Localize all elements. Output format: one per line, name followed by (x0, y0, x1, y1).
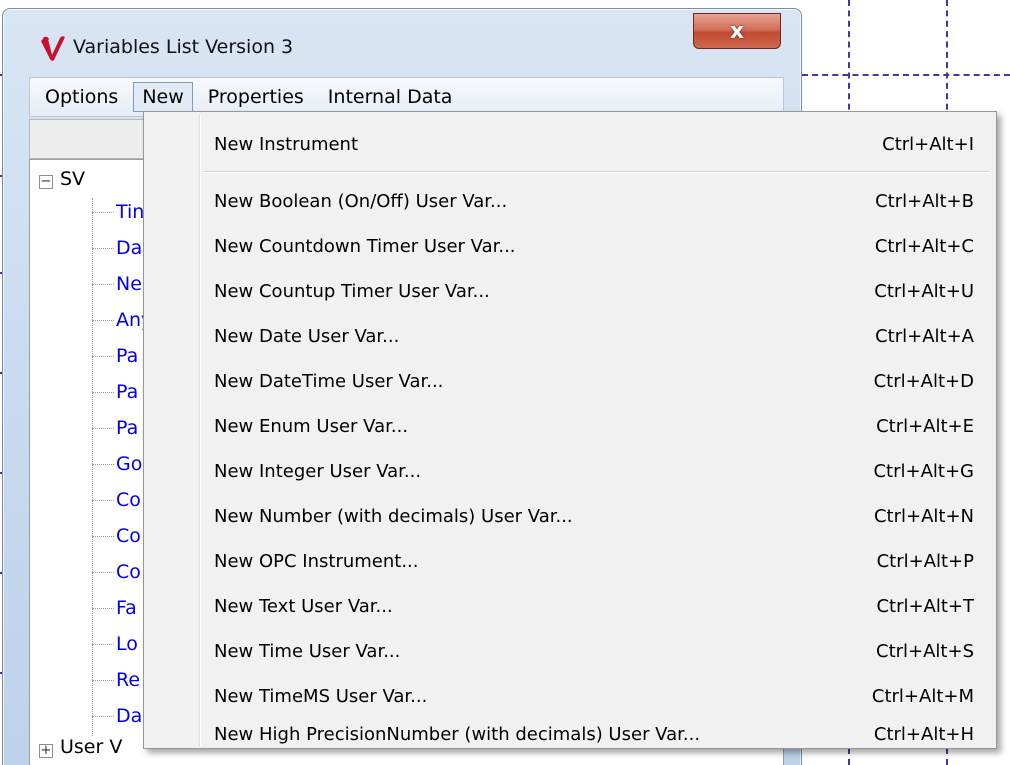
tree-item[interactable]: Fa (92, 594, 137, 622)
menu-item-new-instrument[interactable]: New Instrument Ctrl+Alt+I (146, 124, 994, 164)
tree-item[interactable]: Pa (92, 378, 138, 406)
canvas-guide-horizontal (802, 74, 1010, 76)
menu-new[interactable]: New (133, 82, 193, 112)
tree-collapse-toggle[interactable]: − (39, 175, 53, 189)
tree-item[interactable]: Re (92, 666, 140, 694)
window-title: Variables List Version 3 (73, 36, 294, 58)
tree-item[interactable]: Co (92, 522, 141, 550)
tree-expand-toggle[interactable]: + (39, 744, 53, 758)
tree-item[interactable]: Lo (92, 630, 138, 658)
tree-item[interactable]: Co (92, 558, 141, 586)
menu-item-new-timems[interactable]: New TimeMS User Var... Ctrl+Alt+M (146, 676, 994, 716)
menu-item-new-opc-instrument[interactable]: New OPC Instrument... Ctrl+Alt+P (146, 541, 994, 581)
tree-item[interactable]: Ne (92, 270, 142, 298)
tree-item[interactable]: Tin (92, 198, 144, 226)
tree-item[interactable]: Go (92, 450, 142, 478)
title-bar[interactable]: Variables List Version 3 x (3, 9, 801, 73)
close-icon: x (729, 18, 745, 44)
menu-item-new-date[interactable]: New Date User Var... Ctrl+Alt+A (146, 316, 994, 356)
close-button[interactable]: x (693, 13, 781, 49)
tree-item[interactable]: Pa (92, 414, 138, 442)
menu-properties[interactable]: Properties (199, 82, 313, 112)
tree-item[interactable]: Co (92, 486, 141, 514)
tree-item[interactable]: Da (92, 702, 142, 730)
menu-separator (204, 171, 990, 172)
tree-root-user-vars[interactable]: User V (60, 736, 122, 758)
menu-item-new-text[interactable]: New Text User Var... Ctrl+Alt+T (146, 586, 994, 626)
menu-options[interactable]: Options (36, 82, 127, 112)
new-menu-dropdown: New Instrument Ctrl+Alt+I New Boolean (O… (143, 111, 997, 749)
menu-internal-data[interactable]: Internal Data (319, 82, 462, 112)
tree-item[interactable]: Da (92, 234, 142, 262)
menu-item-new-enum[interactable]: New Enum User Var... Ctrl+Alt+E (146, 406, 994, 446)
menu-item-new-high-precision-number[interactable]: New High PrecisionNumber (with decimals)… (146, 721, 994, 747)
tree-root-sv[interactable]: SV (60, 168, 85, 190)
tree-item[interactable]: Pa (92, 342, 138, 370)
menu-item-new-countup-timer[interactable]: New Countup Timer User Var... Ctrl+Alt+U (146, 271, 994, 311)
menu-item-new-countdown-timer[interactable]: New Countdown Timer User Var... Ctrl+Alt… (146, 226, 994, 266)
menu-item-new-datetime[interactable]: New DateTime User Var... Ctrl+Alt+D (146, 361, 994, 401)
canvas-guide-vertical (946, 748, 948, 765)
v-logo-icon (41, 36, 65, 61)
menu-item-new-time[interactable]: New Time User Var... Ctrl+Alt+S (146, 631, 994, 671)
menu-item-new-number[interactable]: New Number (with decimals) User Var... C… (146, 496, 994, 536)
canvas-guide-vertical (946, 0, 948, 120)
menu-item-new-boolean[interactable]: New Boolean (On/Off) User Var... Ctrl+Al… (146, 181, 994, 221)
menu-item-new-integer[interactable]: New Integer User Var... Ctrl+Alt+G (146, 451, 994, 491)
canvas-guide-vertical (848, 748, 850, 765)
canvas-guide-vertical (848, 0, 850, 120)
